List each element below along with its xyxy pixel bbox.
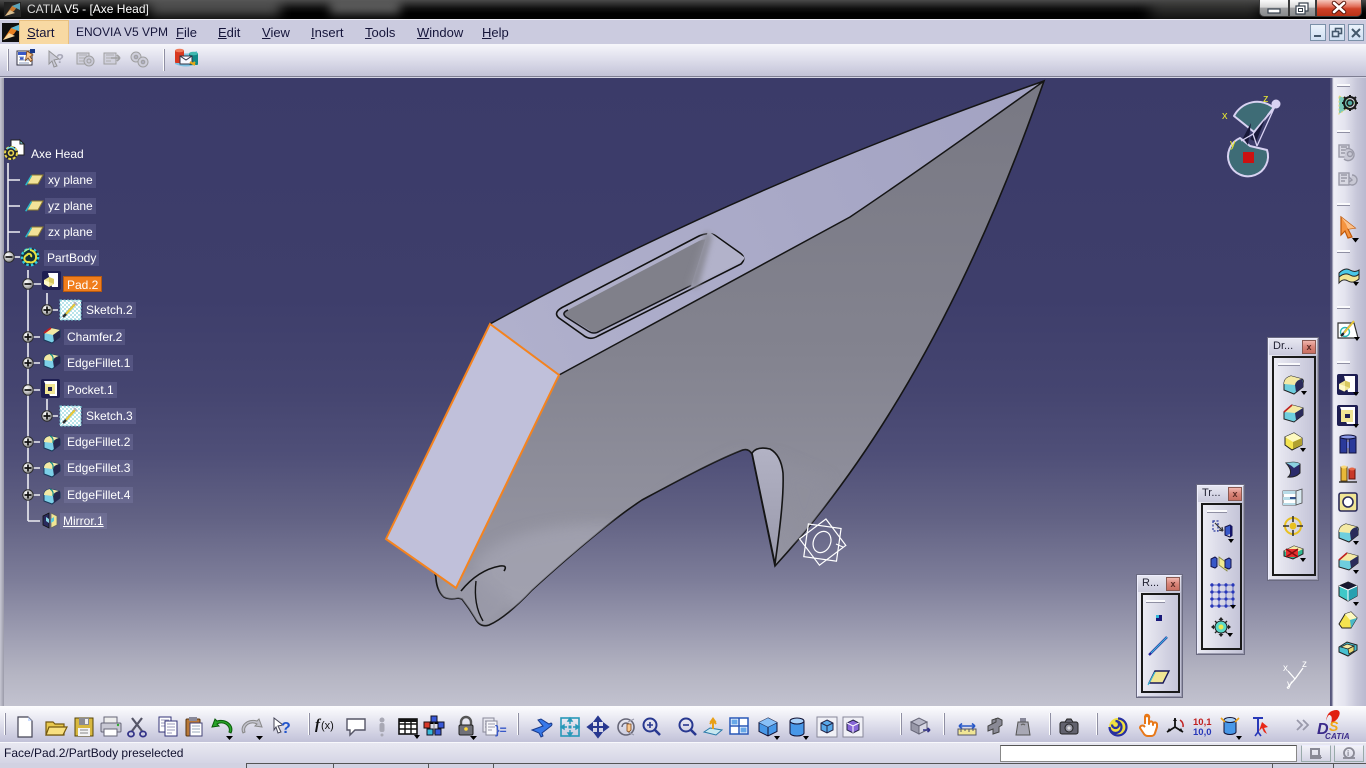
svg-text:x: x	[1222, 110, 1228, 122]
svg-text:y: y	[1287, 679, 1292, 690]
svg-text:x: x	[1283, 663, 1288, 674]
svg-text:y: y	[1230, 138, 1236, 150]
svg-text:CATIA: CATIA	[1325, 732, 1350, 741]
svg-text:(x): (x)	[321, 720, 334, 732]
svg-text:?: ?	[281, 720, 291, 737]
svg-text:z: z	[1302, 659, 1307, 670]
svg-text:10,0: 10,0	[1193, 727, 1212, 738]
svg-text:z: z	[1263, 93, 1269, 105]
svg-text:?: ?	[56, 51, 64, 66]
svg-text:}=: }=	[495, 723, 507, 737]
svg-text:i: i	[1347, 749, 1349, 758]
